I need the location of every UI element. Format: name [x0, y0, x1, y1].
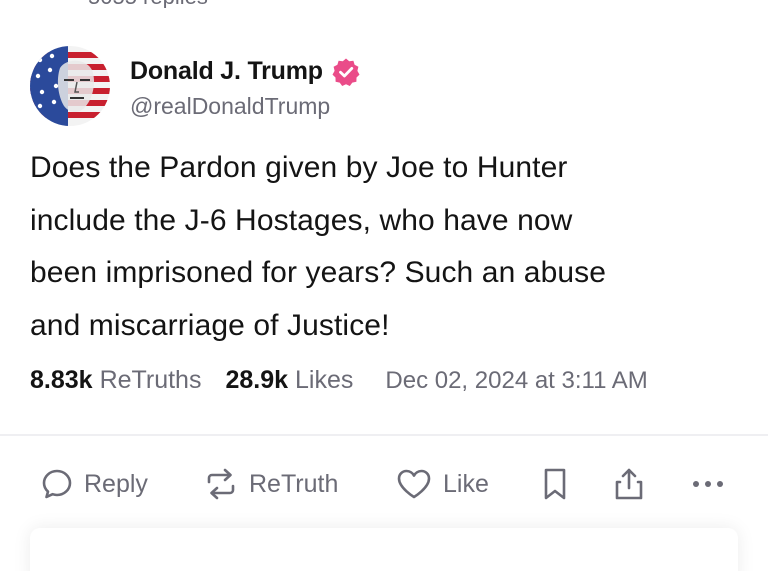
post-header: Donald J. Trump @realDonaldTrump: [30, 46, 361, 126]
user-info: Donald J. Trump @realDonaldTrump: [130, 46, 361, 126]
post-body: Does the Pardon given by Joe to Hunter i…: [30, 142, 730, 352]
avatar[interactable]: [30, 46, 110, 126]
like-icon: [395, 467, 433, 501]
post-line: been imprisoned for years? Such an abuse: [30, 256, 607, 289]
share-icon: [612, 466, 646, 502]
post-timestamp: Dec 02, 2024 at 3:11 AM: [385, 367, 648, 394]
post-stats: 8.83k ReTruths 28.9k Likes Dec 02, 2024 …: [30, 366, 648, 395]
verified-badge-icon: [331, 57, 361, 87]
reply-icon: [40, 467, 74, 501]
avatar-image: [30, 46, 110, 126]
bookmark-icon: [540, 466, 570, 502]
like-label: Like: [443, 469, 489, 498]
retruth-icon: [203, 467, 239, 501]
retruths-count[interactable]: 8.83k: [30, 366, 93, 395]
display-name[interactable]: Donald J. Trump: [130, 57, 323, 86]
replies-count-partial: 5055 replies: [88, 0, 208, 8]
reply-label: Reply: [84, 469, 148, 498]
retruths-label[interactable]: ReTruths: [100, 366, 202, 395]
likes-label[interactable]: Likes: [295, 366, 353, 395]
name-row: Donald J. Trump: [130, 53, 361, 91]
post-line: and miscarriage of Justice!: [30, 308, 390, 342]
likes-count[interactable]: 28.9k: [225, 366, 288, 395]
reply-button[interactable]: Reply: [40, 467, 203, 501]
more-icon: [690, 478, 726, 490]
post-line: include the J-6 Hostages, who have now: [30, 203, 573, 237]
truth-post-screen: 5055 replies: [0, 0, 768, 571]
retruth-label: ReTruth: [249, 469, 339, 498]
share-button[interactable]: [612, 466, 690, 502]
like-button[interactable]: Like: [395, 467, 540, 501]
user-handle[interactable]: @realDonaldTrump: [130, 93, 361, 120]
action-bar: Reply ReTruth Like: [40, 460, 730, 508]
post-line: Does the Pardon given by Joe to Hunter: [30, 151, 568, 184]
more-button[interactable]: [690, 478, 730, 490]
retruth-button[interactable]: ReTruth: [203, 467, 395, 501]
bookmark-button[interactable]: [540, 466, 612, 502]
divider: [0, 434, 768, 436]
next-card-partial: [30, 528, 738, 571]
